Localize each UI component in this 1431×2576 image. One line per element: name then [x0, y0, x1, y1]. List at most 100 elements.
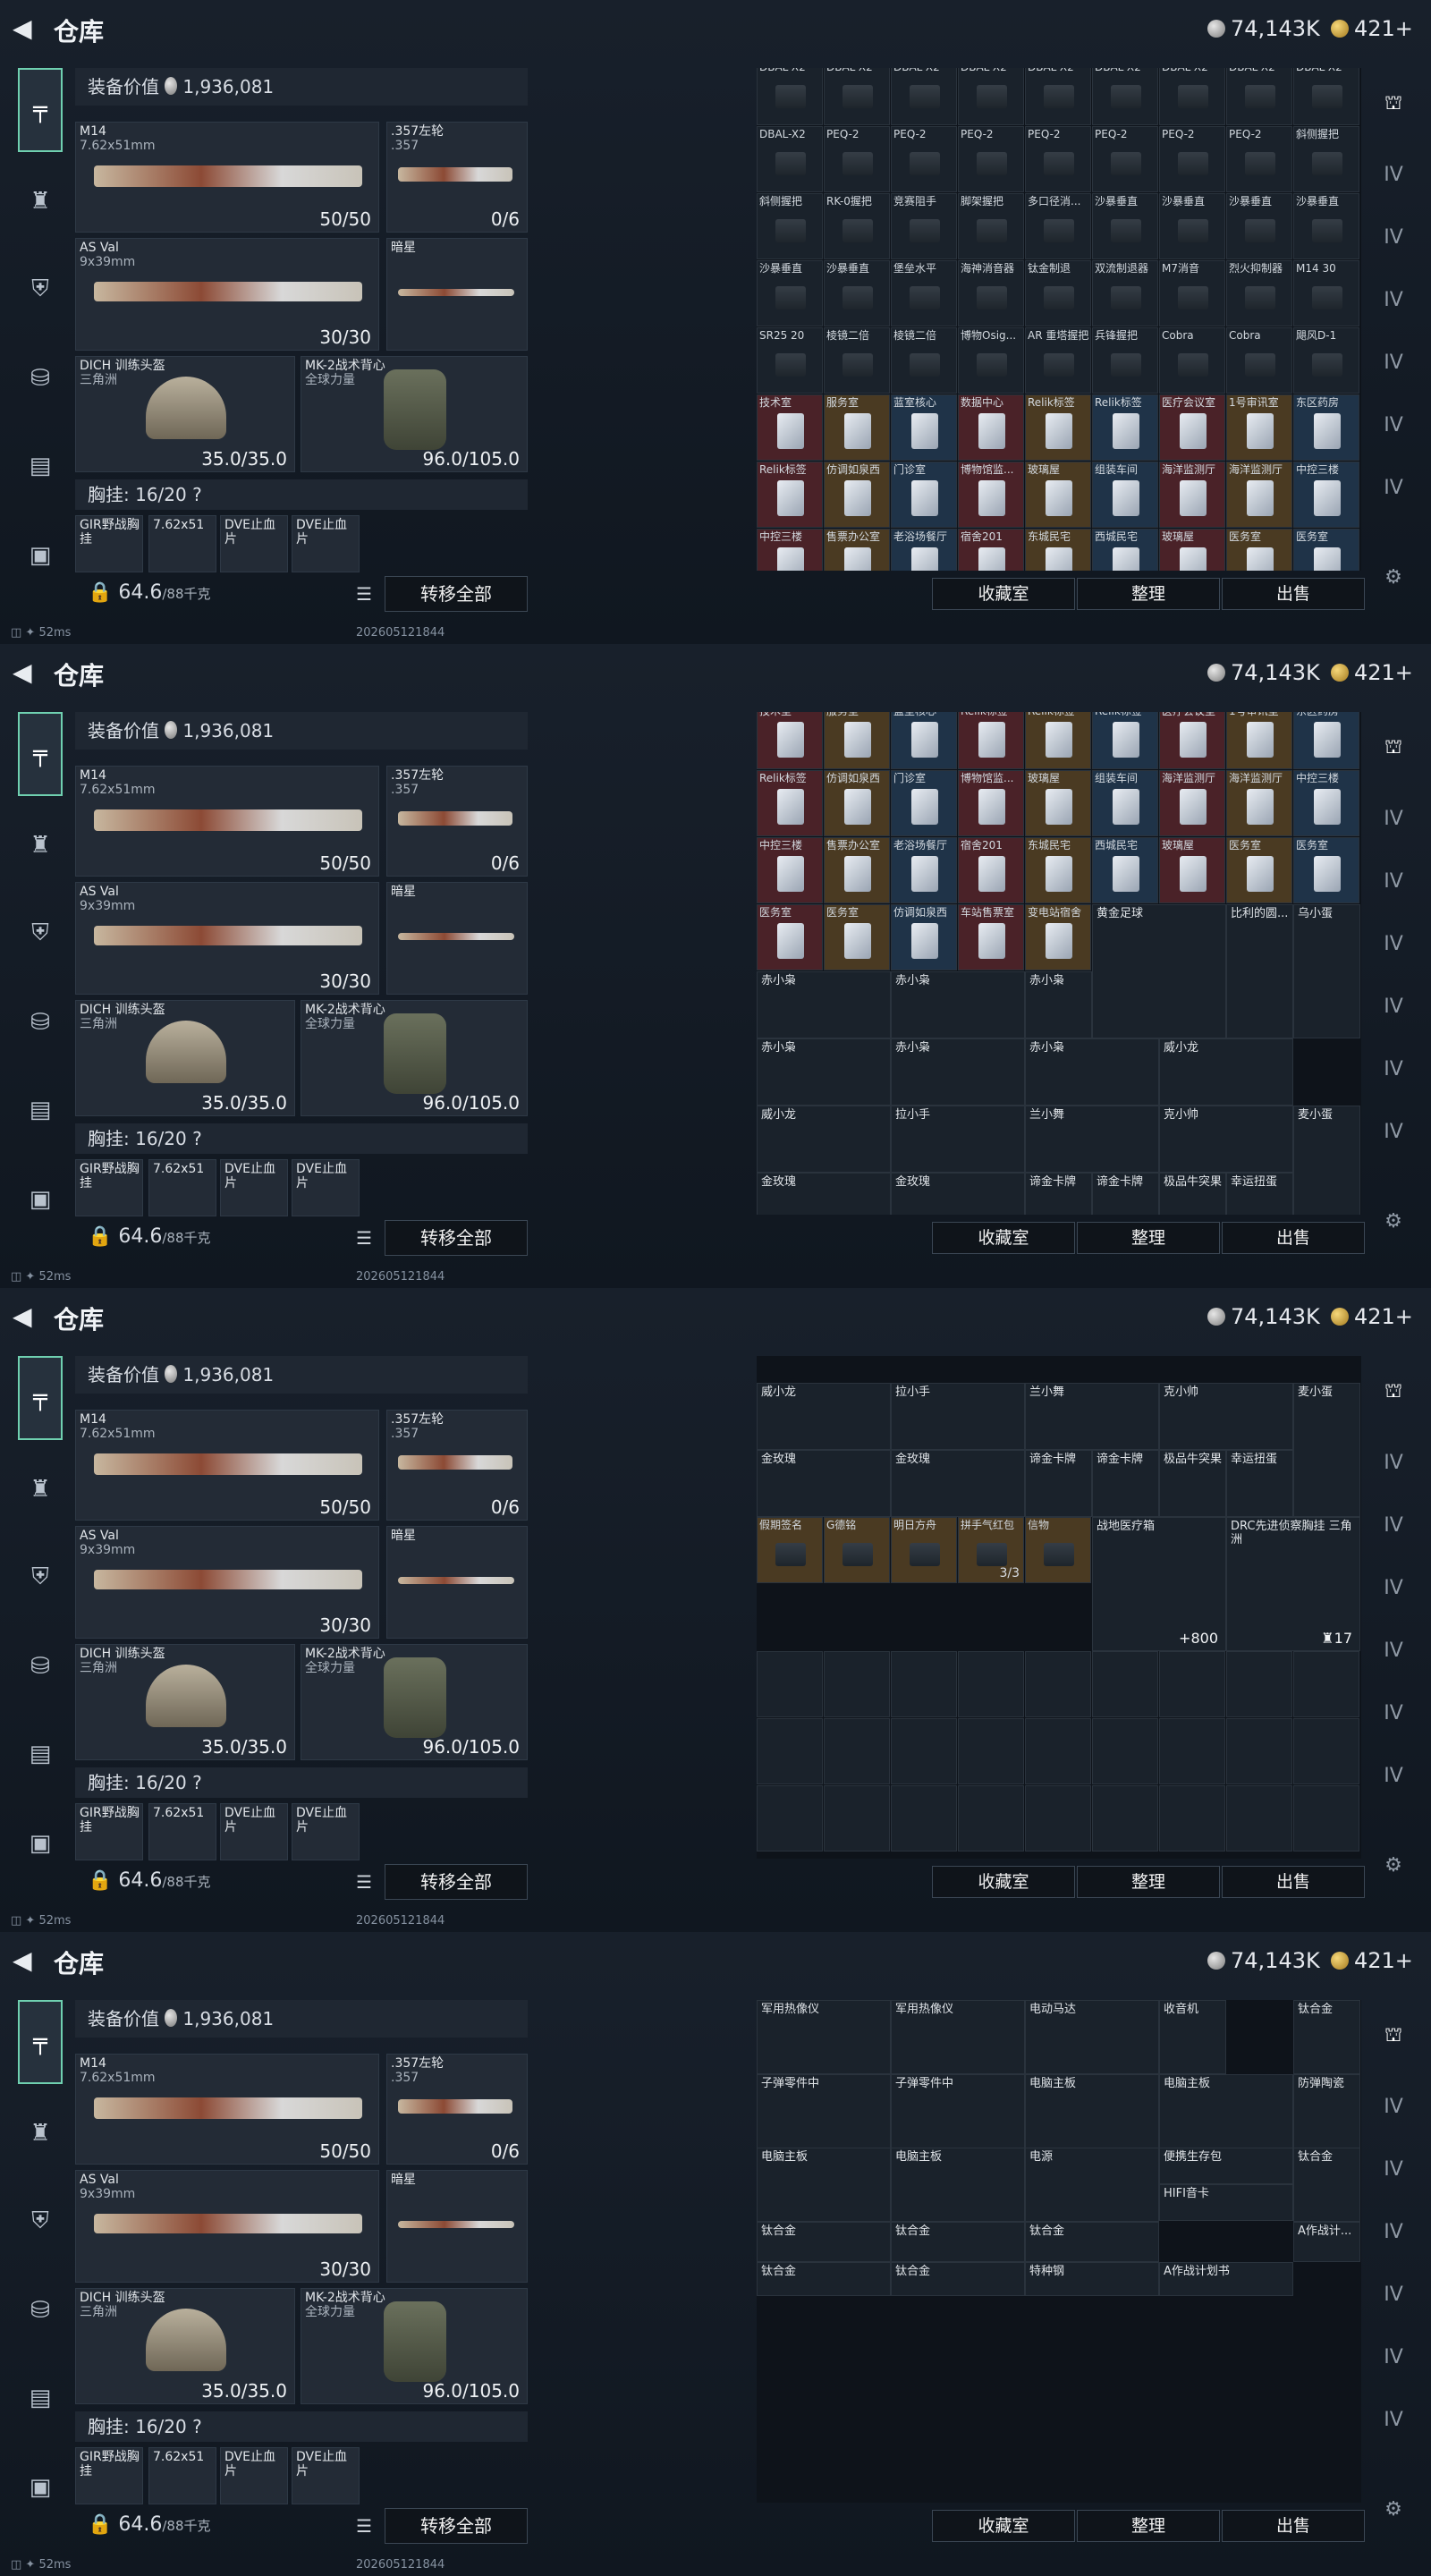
rig-item-slot[interactable]: 7.62x51 [148, 1803, 216, 1860]
melee-slot[interactable]: 暗星 [386, 1526, 528, 1639]
stash-item-large[interactable]: 钛合金 [891, 2262, 1025, 2296]
empty-grid-cell[interactable] [1092, 1785, 1158, 1852]
stash-item[interactable]: 多口径消... [1025, 193, 1091, 259]
safe-box-icon[interactable]: ⛫ [1376, 86, 1411, 122]
chest-rig-help-icon[interactable]: ? [192, 484, 202, 505]
stash-item-large[interactable]: 极品牛突果 [1159, 1173, 1226, 1215]
stash-item-large[interactable]: 乌小蛋 [1293, 904, 1360, 1038]
stash-item[interactable]: DBAL-X2 [824, 68, 890, 125]
collection-room-button[interactable]: 收藏室 [932, 1222, 1075, 1254]
stash-item[interactable]: DBAL-X2 [891, 68, 957, 125]
tab-case-icon[interactable]: ▣ [18, 1821, 63, 1866]
stash-item[interactable]: 售票办公室 [824, 529, 890, 571]
stash-item[interactable]: DBAL-X2 [1159, 68, 1225, 125]
empty-grid-cell[interactable] [891, 1785, 957, 1852]
page-icon[interactable]: IV [1376, 157, 1411, 193]
stash-item[interactable]: 蓝室核心 [891, 712, 957, 769]
stash-item[interactable]: DBAL-X2 [757, 68, 823, 125]
stash-item[interactable]: 沙暴垂直 [1092, 193, 1158, 259]
page-icon[interactable]: IV [1376, 989, 1411, 1025]
stash-item[interactable]: 车站售票室 [958, 904, 1024, 970]
stash-item-large[interactable]: 赤小枭 [757, 1038, 891, 1106]
stash-item-large[interactable]: 谛金卡牌 [1092, 1173, 1159, 1215]
stash-item[interactable]: 服务室 [824, 712, 890, 769]
page-icon[interactable]: IV [1376, 927, 1411, 962]
stash-item[interactable]: 玻璃屋 [1159, 529, 1225, 571]
tab-weapons-icon[interactable]: ╤ [18, 2000, 63, 2084]
tab-rig-icon[interactable]: ▤ [18, 444, 63, 488]
stash-item[interactable]: 堡垒水平 [891, 260, 957, 326]
stash-item[interactable]: 组装车间 [1092, 770, 1158, 836]
stash-item[interactable]: 医务室 [757, 904, 823, 970]
page-icon[interactable]: IV [1376, 801, 1411, 837]
stash-item[interactable]: 斜侧握把 [1293, 126, 1359, 192]
back-arrow-icon[interactable]: ◀ [13, 14, 39, 43]
stash-item[interactable]: 棱镜二倍 [824, 327, 890, 394]
stash-item[interactable]: PEQ-2 [958, 126, 1024, 192]
page-icon[interactable]: IV [1376, 2340, 1411, 2376]
stash-item-large[interactable]: 电动马达 [1025, 2000, 1159, 2074]
tab-outfit-icon[interactable]: ♜ [18, 1467, 63, 1512]
tab-rig-icon[interactable]: ▤ [18, 2376, 63, 2420]
stash-item[interactable]: 明日方舟 [891, 1517, 957, 1583]
empty-grid-cell[interactable] [1293, 1651, 1359, 1717]
transfer-all-button[interactable]: 转移全部 [385, 576, 528, 612]
stash-item[interactable]: 玻璃屋 [1159, 837, 1225, 903]
stash-item-large[interactable]: 赤小枭 [1025, 1038, 1159, 1106]
stash-item[interactable]: 海洋监测厅 [1159, 462, 1225, 528]
empty-grid-cell[interactable] [824, 1651, 890, 1717]
stash-item[interactable]: PEQ-2 [891, 126, 957, 192]
stash-item-large[interactable]: 金玫瑰 [757, 1173, 891, 1215]
stash-item[interactable]: 医务室 [824, 904, 890, 970]
tab-weapons-icon[interactable]: ╤ [18, 68, 63, 152]
stash-item[interactable]: G德铭 [824, 1517, 890, 1583]
page-icon[interactable]: IV [1376, 408, 1411, 444]
stash-item[interactable]: 海洋监测厅 [1226, 462, 1292, 528]
stash-item[interactable]: Relik标签 [757, 770, 823, 836]
empty-grid-cell[interactable] [757, 1718, 823, 1784]
tab-rig-icon[interactable]: ▤ [18, 1732, 63, 1776]
stash-item-large[interactable]: 黄金足球 [1092, 904, 1226, 1038]
stash-item[interactable]: 变电站宿舍 [1025, 904, 1091, 970]
stash-item[interactable]: 服务室 [824, 394, 890, 461]
settings-gear-icon[interactable]: ⚙ [1376, 1204, 1411, 1240]
stash-item-large[interactable]: 赤小枭 [1025, 971, 1092, 1038]
stash-item[interactable]: 医务室 [1293, 529, 1359, 571]
stash-item-large[interactable]: 幸运扭蛋 [1226, 1450, 1293, 1517]
stash-item[interactable]: 中控三楼 [1293, 770, 1359, 836]
empty-grid-cell[interactable] [824, 1785, 890, 1852]
stash-item[interactable]: 中控三楼 [1293, 462, 1359, 528]
stash-item[interactable]: DBAL-X2 [958, 68, 1024, 125]
page-icon[interactable]: IV [1376, 2215, 1411, 2250]
stash-item[interactable]: 技术室 [757, 394, 823, 461]
stash-item[interactable]: 西城民宅 [1092, 837, 1158, 903]
stash-item[interactable]: PEQ-2 [1159, 126, 1225, 192]
stash-item[interactable]: PEQ-2 [1092, 126, 1158, 192]
tab-backpack-icon[interactable]: ⛁ [18, 1644, 63, 1689]
primary-weapon-slot[interactable]: M14 7.62x51mm 50/50 [75, 766, 379, 877]
stash-item-large[interactable]: A作战计划书 [1159, 2262, 1293, 2296]
stash-item-large[interactable]: 极品牛突果 [1159, 1450, 1226, 1517]
rig-item-slot[interactable]: DVE止血片 [292, 2447, 360, 2504]
stash-item[interactable]: 老浴场餐厅 [891, 837, 957, 903]
stash-item[interactable]: 仿调如泉西 [891, 904, 957, 970]
stash-item[interactable]: Relik标签 [1025, 394, 1091, 461]
secondary-weapon-slot[interactable]: AS Val 9x39mm 30/30 [75, 1526, 379, 1639]
stash-item[interactable]: 宿舍201 [958, 837, 1024, 903]
stash-item[interactable]: 假期签名 [757, 1517, 823, 1583]
gold-currency[interactable]: 421+ [1331, 660, 1413, 685]
stash-item[interactable]: DBAL-X2 [1293, 68, 1359, 125]
stash-item[interactable]: Relik标签 [1092, 712, 1158, 769]
armor-slot[interactable]: MK-2战术背心 全球力量 96.0/105.0 [301, 356, 528, 472]
page-icon[interactable]: IV [1376, 2402, 1411, 2438]
stash-item[interactable]: 1号审讯室 [1226, 712, 1292, 769]
stash-item-large[interactable]: 电脑主板 [891, 2148, 1025, 2222]
gold-currency[interactable]: 421+ [1331, 1948, 1413, 1973]
rig-item-slot[interactable]: GIR野战胸挂 [75, 1803, 143, 1860]
empty-grid-cell[interactable] [1159, 1718, 1225, 1784]
stash-item[interactable]: 蓝室核心 [891, 394, 957, 461]
melee-slot[interactable]: 暗星 [386, 238, 528, 351]
page-icon[interactable]: IV [1376, 864, 1411, 900]
stash-item[interactable]: 数据中心 [958, 394, 1024, 461]
empty-grid-cell[interactable] [1092, 1651, 1158, 1717]
